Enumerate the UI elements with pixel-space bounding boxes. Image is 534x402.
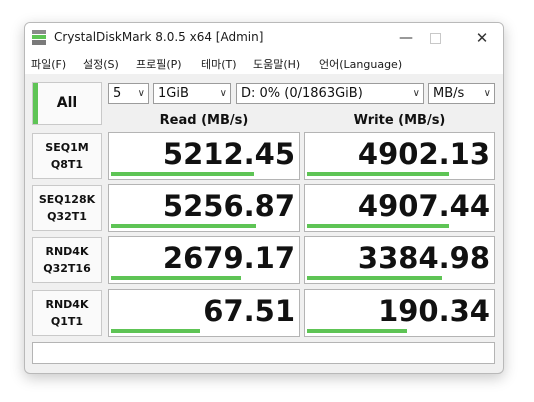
test-count-select[interactable]: 5 ∨ [108,83,149,104]
minimize-button[interactable]: — [393,27,419,49]
drive-value: D: 0% (0/1863GiB) [241,86,363,101]
chevron-down-icon: ∨ [412,88,420,99]
chevron-down-icon: ∨ [483,88,491,99]
write-progress-bar [307,329,407,333]
test-button-label-line1: SEQ1M [45,141,89,154]
close-button[interactable]: ✕ [469,27,495,49]
test-button-2[interactable]: RND4K Q32T16 [32,237,102,283]
write-header: Write (MB/s) [353,113,446,128]
chevron-down-icon: ∨ [219,88,227,99]
unit-value: MB/s [433,86,465,101]
read-progress-bar [111,172,254,176]
chevron-down-icon: ∨ [137,88,145,99]
test-size-select[interactable]: 1GiB ∨ [153,83,231,104]
test-button-label-line2: Q32T1 [47,210,87,223]
write-progress-bar [307,172,449,176]
menu-help[interactable]: 도움말(H) [253,56,300,72]
write-result-cell: 190.34 [304,289,495,337]
read-value: 67.51 [203,294,295,328]
test-count-value: 5 [113,86,122,101]
read-value: 5256.87 [162,189,295,223]
test-button-1[interactable]: SEQ128K Q32T1 [32,185,102,231]
read-progress-bar [111,276,241,280]
drive-select[interactable]: D: 0% (0/1863GiB) ∨ [236,83,424,104]
test-button-0[interactable]: SEQ1M Q8T1 [32,133,102,179]
test-button-label-line1: RND4K [45,245,89,258]
app-icon [32,30,46,45]
menu-profile[interactable]: 프로필(P) [136,56,182,72]
title-bar: CrystalDiskMark 8.0.5 x64 [Admin] — ✕ [25,23,503,53]
test-button-label-line1: RND4K [45,298,89,311]
all-button[interactable]: All [32,82,102,125]
test-button-label-line2: Q8T1 [50,158,84,171]
write-result-cell: 3384.98 [304,236,495,284]
write-value: 4907.44 [357,189,490,223]
read-result-cell: 2679.17 [108,236,300,284]
all-button-label: All [56,95,78,111]
write-result-cell: 4907.44 [304,184,495,232]
window-title: CrystalDiskMark 8.0.5 x64 [Admin] [54,30,264,44]
test-button-label-line2: Q1T1 [50,315,84,328]
read-progress-bar [111,224,256,228]
app-window: CrystalDiskMark 8.0.5 x64 [Admin] — ✕ 파일… [24,22,504,374]
write-value: 190.34 [378,294,490,328]
test-button-3[interactable]: RND4K Q1T1 [32,290,102,336]
menu-bar: 파일(F) 설정(S) 프로필(P) 테마(T) 도움말(H) 언어(Langu… [25,53,503,74]
read-result-cell: 5212.45 [108,132,300,180]
read-result-cell: 67.51 [108,289,300,337]
write-value: 4902.13 [357,137,490,171]
maximize-button [422,27,448,49]
unit-select[interactable]: MB/s ∨ [428,83,495,104]
read-value: 2679.17 [162,241,295,275]
read-progress-bar [111,329,200,333]
menu-settings[interactable]: 설정(S) [83,56,119,72]
menu-language[interactable]: 언어(Language) [319,56,402,72]
test-button-label-line1: SEQ128K [38,193,96,206]
write-progress-bar [307,276,442,280]
status-bar [32,342,495,364]
menu-file[interactable]: 파일(F) [31,56,66,72]
test-size-value: 1GiB [158,86,189,101]
read-value: 5212.45 [162,137,295,171]
read-result-cell: 5256.87 [108,184,300,232]
maximize-icon [429,33,441,44]
write-result-cell: 4902.13 [304,132,495,180]
write-value: 3384.98 [357,241,490,275]
menu-theme[interactable]: 테마(T) [201,56,237,72]
read-header: Read (MB/s) [159,113,249,128]
write-progress-bar [307,224,449,228]
test-button-label-line2: Q32T16 [43,262,91,275]
